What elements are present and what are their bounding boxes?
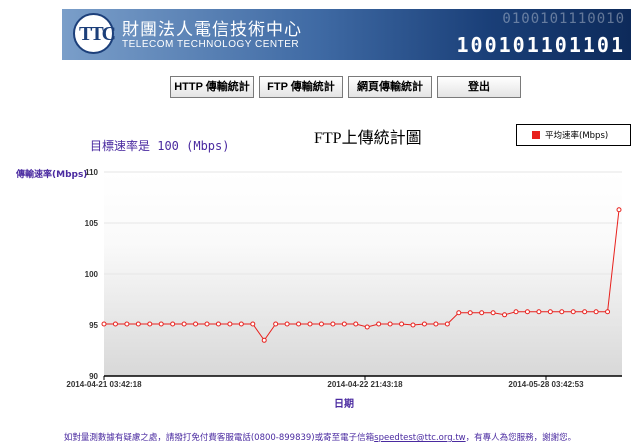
data-point: [364, 324, 370, 330]
x-tick-label: 2014-04-21 03:42:18: [66, 380, 142, 389]
support-email-link[interactable]: speedtest@ttc.org.tw: [374, 433, 465, 443]
footer-notice: 如對量測數據有疑慮之處，請撥打免付費客服電話(0800-899839)或寄至電子…: [0, 431, 640, 443]
data-point: [479, 310, 485, 316]
data-point: [353, 321, 359, 327]
data-point: [307, 321, 313, 327]
data-point: [605, 309, 611, 315]
data-point: [318, 321, 324, 327]
data-point: [536, 309, 542, 315]
data-point: [559, 309, 565, 315]
footer-text-after: ，有專人為您服務，謝謝您。: [465, 433, 577, 443]
data-point: [193, 321, 199, 327]
data-point: [502, 312, 508, 318]
data-point: [330, 321, 336, 327]
data-point: [410, 322, 416, 328]
data-point: [101, 321, 107, 327]
data-point: [135, 321, 141, 327]
x-axis-title: 日期: [334, 399, 354, 410]
y-tick-label: 110: [85, 168, 98, 177]
data-point: [296, 321, 302, 327]
data-point: [376, 321, 382, 327]
data-point: [261, 337, 267, 343]
x-tick-label: 2014-04-22 21:43:18: [327, 380, 403, 389]
data-point: [593, 309, 599, 315]
data-point: [399, 321, 405, 327]
y-tick-label: 95: [89, 321, 98, 330]
data-point: [444, 321, 450, 327]
data-point: [181, 321, 187, 327]
y-tick-label: 100: [85, 270, 99, 279]
data-point: [547, 309, 553, 315]
data-point: [238, 321, 244, 327]
footer-text-before: 如對量測數據有疑慮之處，請撥打免付費客服電話(0800-899839)或寄至電子…: [63, 433, 375, 443]
data-point: [112, 321, 118, 327]
data-point: [250, 321, 256, 327]
data-point: [421, 321, 427, 327]
data-point: [490, 310, 496, 316]
data-point: [467, 310, 473, 316]
data-point: [147, 321, 153, 327]
data-point: [341, 321, 347, 327]
data-point: [227, 321, 233, 327]
ftp-upload-chart: 90951001051102014-04-21 03:42:18 2014-04-…: [66, 168, 622, 389]
data-point: [215, 321, 221, 327]
data-point: [124, 321, 130, 327]
data-point: [582, 309, 588, 315]
data-point: [273, 321, 279, 327]
data-point: [204, 321, 210, 327]
y-tick-label: 105: [85, 219, 99, 228]
data-point: [433, 321, 439, 327]
data-point: [616, 207, 622, 213]
data-point: [170, 321, 176, 327]
data-point: [570, 309, 576, 315]
data-point: [158, 321, 164, 327]
data-point: [456, 310, 462, 316]
x-tick-label: 2014-05-28 03:42:53: [508, 380, 584, 389]
data-point: [513, 309, 519, 315]
data-point: [387, 321, 393, 327]
data-point: [284, 321, 290, 327]
data-point: [524, 309, 530, 315]
